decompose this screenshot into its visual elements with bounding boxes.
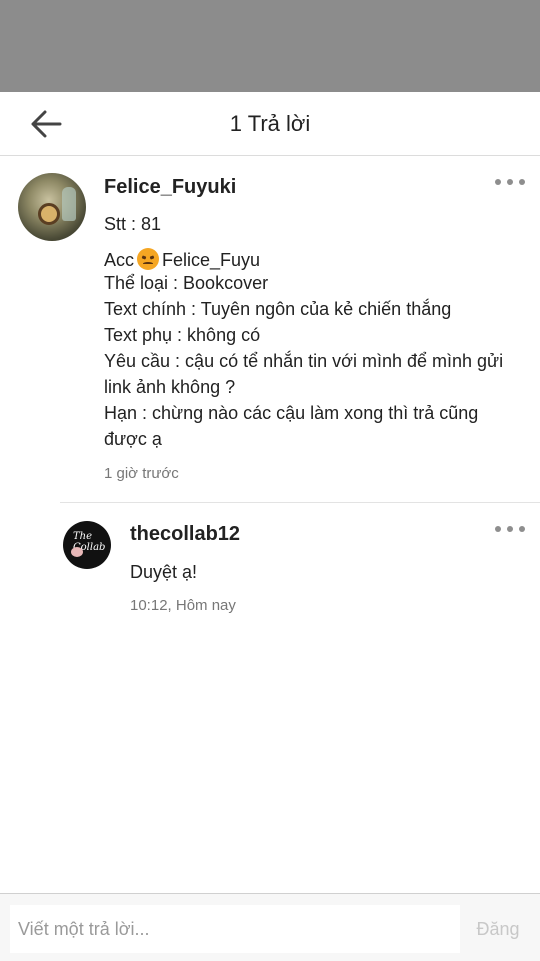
comment-line-deadline-2: được ạ [104, 429, 162, 449]
comment-line-deadline-1: Hạn : chừng nào các cậu làm xong thì trả… [104, 403, 479, 423]
acc-label: Acc [104, 250, 135, 270]
reply-input[interactable] [10, 905, 460, 953]
comment-line-acc: Acc Felice_Fuyu [104, 248, 260, 271]
comment-timestamp: 1 giờ trước [104, 465, 179, 482]
more-options-icon[interactable] [495, 176, 525, 188]
avatar-clock-image [38, 203, 60, 225]
header-bar: 1 Trả lời [0, 92, 540, 156]
comment-line-request-2: link ảnh không ? [104, 377, 236, 397]
reply-avatar[interactable]: The Collab [63, 521, 111, 569]
reply-username[interactable]: thecollab12 [130, 523, 240, 546]
reply-composer: Đăng [0, 893, 540, 961]
comment-username[interactable]: Felice_Fuyuki [104, 176, 236, 199]
acc-name: Felice_Fuyu [162, 250, 261, 270]
comment-line-genre: Thể loại : Bookcover [104, 273, 269, 293]
comment-line-stt: Stt : 81 [104, 214, 162, 234]
reply-timestamp: 10:12, Hôm nay [130, 597, 236, 614]
avatar[interactable] [18, 173, 86, 241]
comment-line-request-1: Yêu cầu : cậu có tể nhắn tin với mình để… [104, 351, 504, 371]
angry-face-icon [137, 248, 160, 270]
comment-line-sub-text: Text phụ : không có [104, 325, 261, 345]
reply-more-options-icon[interactable] [495, 523, 525, 535]
comment-line-main-text: Text chính : Tuyên ngôn của kẻ chiến thắ… [104, 299, 452, 319]
post-button[interactable]: Đăng [462, 905, 534, 953]
divider [60, 502, 540, 503]
avatar-flower-image [71, 547, 83, 557]
avatar-bottle-image [62, 187, 76, 221]
page-title: 1 Trả lời [229, 111, 311, 136]
status-bar-area [0, 0, 540, 92]
reply-text: Duyệt ạ! [130, 562, 198, 582]
